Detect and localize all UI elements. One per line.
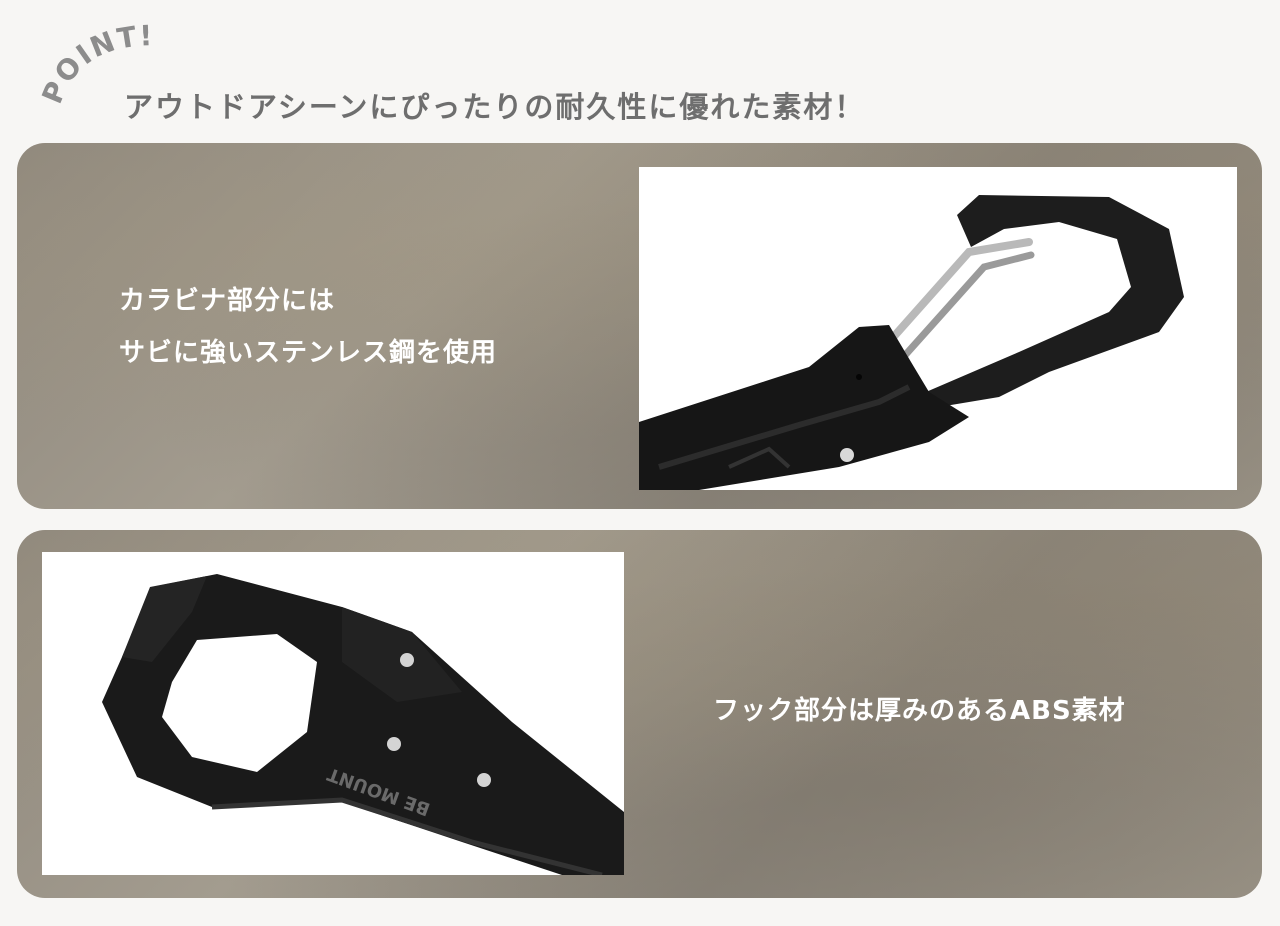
carabiner-photo [639,167,1237,490]
carabiner-caption: カラビナ部分には サビに強いステンレス鋼を使用 [119,275,497,379]
carabiner-caption-line-1: カラビナ部分には [119,286,336,316]
feature-panel-hook: BE MOUNT フック部分は厚みのあるABS素材 [17,530,1262,898]
carabiner-caption-line-2: サビに強いステンレス鋼を使用 [119,338,498,368]
section-heading: アウトドアシーンにぴったりの耐久性に優れた素材！ [124,90,866,124]
hook-caption: フック部分は厚みのあるABS素材 [713,696,1126,726]
feature-panel-carabiner: カラビナ部分には サビに強いステンレス鋼を使用 [17,143,1262,509]
hook-photo: BE MOUNT [42,552,624,875]
